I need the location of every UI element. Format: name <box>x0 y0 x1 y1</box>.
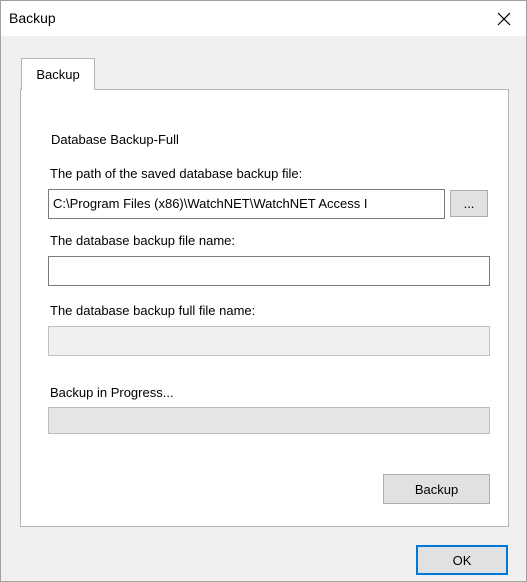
tab-label: Backup <box>36 67 80 82</box>
close-button[interactable] <box>482 1 526 36</box>
title-bar: Backup <box>1 1 526 36</box>
progress-label: Backup in Progress... <box>50 385 174 400</box>
backup-dialog: Backup Backup Database Backup-Full The p… <box>0 0 527 582</box>
backup-file-name-field[interactable] <box>48 256 490 286</box>
backup-progress-bar <box>48 407 490 434</box>
ok-button[interactable]: OK <box>416 545 508 575</box>
file-name-label: The database backup file name: <box>50 233 236 248</box>
full-file-name-label: The database backup full file name: <box>50 303 256 318</box>
backup-full-file-name-field <box>48 326 490 356</box>
window-title: Backup <box>9 10 56 26</box>
backup-path-field[interactable]: C:\Program Files (x86)\WatchNET\WatchNET… <box>48 189 445 219</box>
section-title: Database Backup-Full <box>51 132 179 147</box>
backup-button[interactable]: Backup <box>383 474 490 504</box>
close-icon <box>497 12 511 25</box>
path-label: The path of the saved database backup fi… <box>50 166 303 181</box>
browse-button[interactable]: ... <box>450 190 488 217</box>
backup-tab-panel: Database Backup-Full The path of the sav… <box>20 89 509 527</box>
tab-backup[interactable]: Backup <box>21 58 95 90</box>
